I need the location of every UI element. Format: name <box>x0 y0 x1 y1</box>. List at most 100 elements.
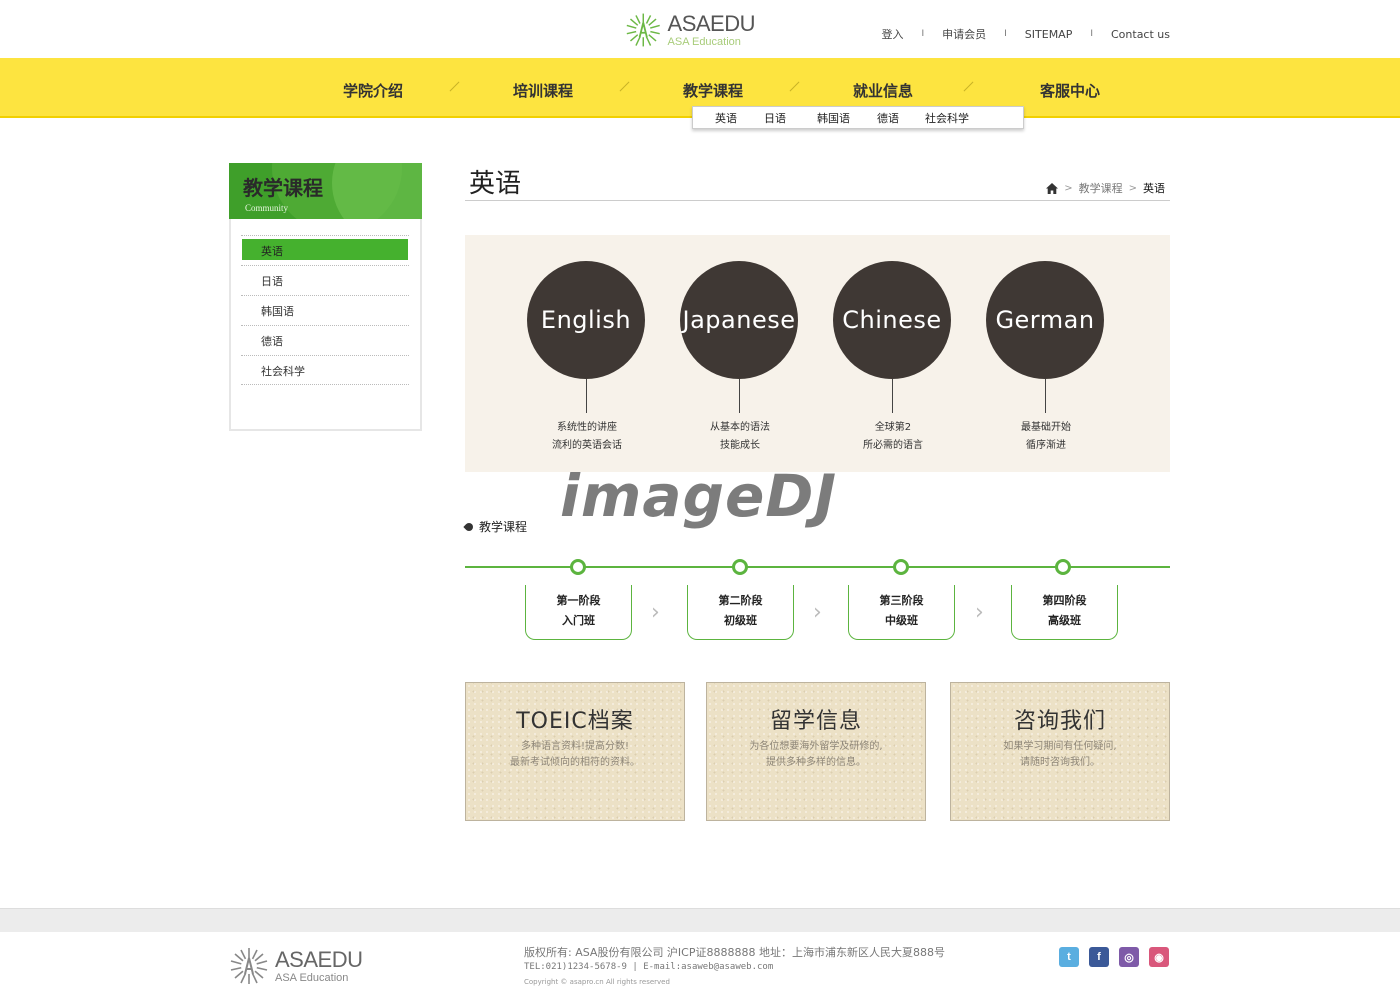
nav-item-training[interactable]: 培训课程 <box>513 80 573 101</box>
site-logo[interactable]: ASAEDU ASA Education <box>625 10 756 50</box>
sidebar-title: 教学课程 <box>243 176 323 200</box>
page-title: 英语 <box>469 169 522 199</box>
language-stem <box>739 379 740 413</box>
course-step-4[interactable]: 第四阶段 高级班 <box>1011 585 1118 640</box>
contact-box[interactable]: 咨询我们 如果学习期间有任何疑问, 请随时咨询我们。 <box>950 682 1170 821</box>
sidebar-item-label: 韩国语 <box>261 305 294 318</box>
desc-line: 技能成长 <box>720 440 760 451</box>
sidebar-header-decoration <box>332 163 422 219</box>
nav-item-courses[interactable]: 教学课程 <box>683 80 743 101</box>
submenu-item-social-science[interactable]: 社会科学 <box>925 110 969 126</box>
step-dot <box>732 559 748 575</box>
submenu-item-english[interactable]: 英语 <box>715 110 737 126</box>
home-icon[interactable] <box>1046 182 1059 194</box>
sidebar-item-social-science[interactable]: 社会科学 <box>241 355 409 385</box>
box-title: TOEIC档案 <box>516 709 634 734</box>
footer-logo-title: ASAEDU <box>275 946 363 972</box>
language-description: 系统性的讲座 流利的英语会话 <box>527 419 647 455</box>
submenu-item-korean[interactable]: 韩国语 <box>817 110 850 126</box>
blog-icon[interactable]: ◉ <box>1149 947 1169 967</box>
watermark: imageDJ <box>560 462 838 530</box>
desc-line: 提供多种多样的信息。 <box>766 757 866 768</box>
footer-logo[interactable]: ASAEDU ASA Education <box>229 946 363 986</box>
language-card-english[interactable]: English 系统性的讲座 流利的英语会话 <box>527 261 647 455</box>
chevron-right-icon: › <box>651 600 660 625</box>
section-title: 教学课程 <box>479 520 528 534</box>
language-card-chinese[interactable]: Chinese 全球第2 所必需的语言 <box>833 261 953 455</box>
bullet-icon <box>463 520 475 533</box>
sidebar-item-korean[interactable]: 韩国语 <box>241 295 409 325</box>
contact-link[interactable]: Contact us <box>1111 28 1170 41</box>
sidebar-header: 教学课程 Community <box>229 163 422 219</box>
nav-divider <box>448 80 462 92</box>
util-separator: I <box>921 29 925 39</box>
breadcrumb: > 教学课程 > 英语 <box>1046 180 1165 196</box>
social-links: t f ◎ ◉ <box>1059 947 1169 967</box>
sitemap-link[interactable]: SITEMAP <box>1025 28 1073 41</box>
toeic-box[interactable]: TOEIC档案 多种语言资料!提高分数! 最新考试倾向的相符的资料。 <box>465 682 685 821</box>
submenu-item-german[interactable]: 德语 <box>877 110 899 126</box>
nav-item-about[interactable]: 学院介绍 <box>343 80 403 101</box>
sidebar-menu: 英语 日语 韩国语 德语 社会科学 <box>241 235 409 385</box>
language-stem <box>586 379 587 413</box>
sidebar-item-label: 日语 <box>261 275 283 288</box>
sidebar: 教学课程 Community 英语 日语 韩国语 德语 社会科学 <box>229 163 422 431</box>
course-step-1[interactable]: 第一阶段 入门班 <box>525 585 632 640</box>
language-description: 从基本的语法 技能成长 <box>680 419 800 455</box>
sidebar-item-english[interactable]: 英语 <box>241 235 409 265</box>
courses-submenu: 英语 日语 韩国语 德语 社会科学 <box>692 106 1024 129</box>
nav-divider <box>788 80 802 92</box>
step-level: 高级班 <box>1048 614 1081 627</box>
desc-line: 所必需的语言 <box>863 440 923 451</box>
desc-line: 循序渐进 <box>1026 440 1066 451</box>
nav-item-support[interactable]: 客服中心 <box>1040 80 1100 101</box>
course-step-3[interactable]: 第三阶段 中级班 <box>848 585 955 640</box>
step-dot <box>570 559 586 575</box>
chevron-right-icon: > <box>1064 182 1073 194</box>
study-abroad-box[interactable]: 留学信息 为各位想要海外留学及研修的, 提供多种多样的信息。 <box>706 682 926 821</box>
desc-line: 为各位想要海外留学及研修的, <box>749 741 883 752</box>
breadcrumb-current: 英语 <box>1143 182 1165 195</box>
box-description: 为各位想要海外留学及研修的, 提供多种多样的信息。 <box>707 739 925 771</box>
box-description: 多种语言资料!提高分数! 最新考试倾向的相符的资料。 <box>466 739 684 771</box>
footer-logo-subtitle: ASA Education <box>275 971 349 984</box>
sidebar-item-german[interactable]: 德语 <box>241 325 409 355</box>
step-dot <box>1055 559 1071 575</box>
step-stage: 第一阶段 <box>556 594 601 607</box>
title-divider <box>465 200 1170 201</box>
register-link[interactable]: 申请会员 <box>942 26 986 42</box>
logo-mark-icon <box>626 13 660 47</box>
logo-title: ASAEDU <box>667 10 756 36</box>
desc-line: 全球第2 <box>874 422 912 433</box>
desc-line: 多种语言资料!提高分数! <box>520 741 630 752</box>
facebook-icon[interactable]: f <box>1089 947 1109 967</box>
login-link[interactable]: 登入 <box>881 26 903 42</box>
chevron-right-icon: › <box>813 600 822 625</box>
language-circle: Japanese <box>680 261 798 379</box>
desc-line: 流利的英语会话 <box>552 440 622 451</box>
desc-line: 最基础开始 <box>1021 422 1071 433</box>
chevron-right-icon: › <box>975 600 984 625</box>
twitter-icon[interactable]: t <box>1059 947 1079 967</box>
language-card-japanese[interactable]: Japanese 从基本的语法 技能成长 <box>680 261 800 455</box>
language-card-german[interactable]: German 最基础开始 循序渐进 <box>986 261 1106 455</box>
nav-item-jobs[interactable]: 就业信息 <box>853 80 913 101</box>
breadcrumb-item[interactable]: 教学课程 <box>1079 180 1123 196</box>
language-circle: German <box>986 261 1104 379</box>
util-separator: I <box>1090 29 1093 39</box>
nav-divider <box>962 80 976 92</box>
desc-line: 从基本的语法 <box>710 422 770 433</box>
step-level: 中级班 <box>885 614 918 627</box>
step-stage: 第四阶段 <box>1042 594 1087 607</box>
community-icon[interactable]: ◎ <box>1119 947 1139 967</box>
sidebar-subtitle: Community <box>245 203 289 213</box>
language-description: 全球第2 所必需的语言 <box>833 419 953 455</box>
submenu-item-japanese[interactable]: 日语 <box>764 110 786 126</box>
step-dot <box>893 559 909 575</box>
desc-line: 请随时咨询我们。 <box>1020 757 1100 768</box>
sidebar-item-label: 德语 <box>261 335 283 348</box>
step-level: 初级班 <box>724 614 757 627</box>
course-step-2[interactable]: 第二阶段 初级班 <box>687 585 794 640</box>
box-description: 如果学习期间有任何疑问, 请随时咨询我们。 <box>951 739 1169 771</box>
sidebar-item-japanese[interactable]: 日语 <box>241 265 409 295</box>
